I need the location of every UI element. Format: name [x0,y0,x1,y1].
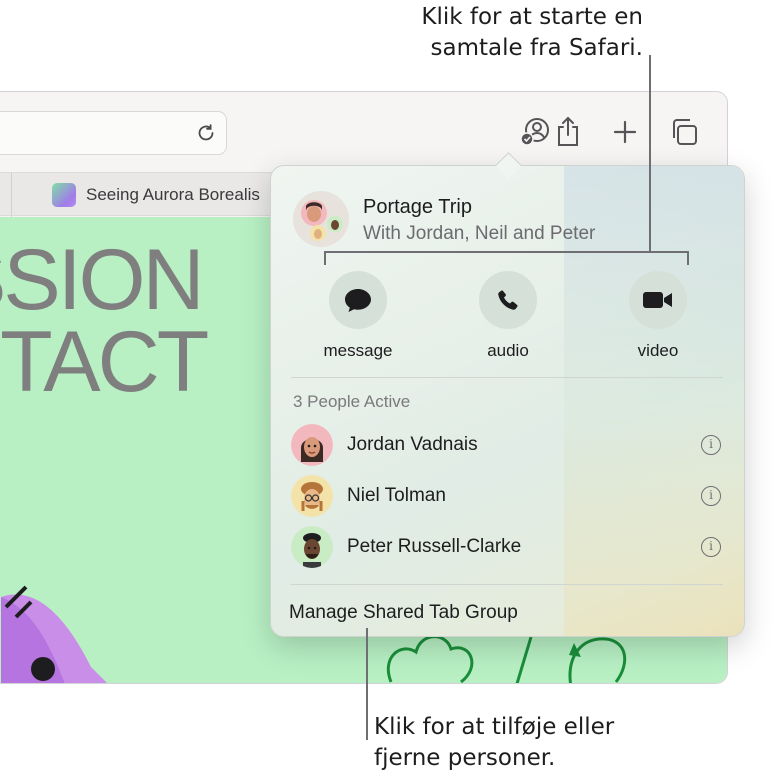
leader-bracket-right [687,251,689,265]
memoji-jordan-icon [291,424,333,466]
callout-start-conversation: Klik for at starte en samtale fra Safari… [421,2,643,64]
tab-seeing-aurora-borealis[interactable]: Seeing Aurora Borealis [11,173,311,217]
manage-shared-tab-group-button[interactable]: Manage Shared Tab Group [289,602,518,624]
avatar [291,526,333,568]
leader-bracket-horizontal [324,251,689,253]
video-button[interactable]: video [618,271,698,361]
person-row[interactable]: Niel Tolman i [291,473,723,519]
leader-line-bottom [366,628,368,740]
person-name: Niel Tolman [347,485,446,506]
callout-top-line-1: Klik for at starte en [421,4,643,30]
phone-icon [498,290,518,310]
message-circle[interactable] [329,271,387,329]
address-bar[interactable] [0,111,227,155]
share-conversation-icon [520,118,549,146]
video-camera-icon [643,292,672,308]
callout-bottom-line-2: fjerne personer. [374,745,556,771]
memoji-peter-icon [291,526,333,568]
video-label: video [637,341,679,360]
callout-add-remove-people: Klik for at tilføje eller fjerne persone… [374,712,614,774]
group-title: Portage Trip [363,196,472,218]
tab-favicon-icon [52,183,76,207]
new-tab-icon [613,120,637,144]
person-row[interactable]: Jordan Vadnais i [291,422,723,468]
person-row[interactable]: Peter Russell-Clarke i [291,524,723,570]
avatar [291,424,333,466]
toolbar [0,92,727,172]
callout-top-line-2: samtale fra Safari. [430,35,643,61]
share-icon [558,116,578,146]
divider-top [291,377,723,378]
tab-title: Seeing Aurora Borealis [86,185,260,204]
hero-text-line-2: NTACT [0,314,209,410]
new-tab-button[interactable] [608,115,642,149]
video-circle[interactable] [629,271,687,329]
info-icon[interactable]: i [701,435,721,455]
audio-button[interactable]: audio [468,271,548,361]
avatar [291,475,333,517]
speech-bubble-icon [345,289,371,312]
leader-bracket-left [324,251,326,265]
leader-line-top-vertical [649,55,651,251]
share-button[interactable] [551,115,585,149]
tab-overview-button[interactable] [667,115,701,149]
audio-circle[interactable] [479,271,537,329]
message-label: message [323,341,393,360]
callout-bottom-line-1: Klik for at tilføje eller [374,714,615,740]
reload-icon[interactable] [194,121,218,145]
info-icon[interactable]: i [701,537,721,557]
conversation-popover: Portage Trip With Jordan, Neil and Peter… [270,165,745,637]
people-active-header: 3 People Active [293,392,411,411]
memoji-niel-icon [291,475,333,517]
divider-bottom [291,584,723,585]
person-name: Peter Russell-Clarke [347,536,522,557]
person-name: Jordan Vadnais [347,434,478,455]
group-subtitle: With Jordan, Neil and Peter [363,223,596,244]
audio-label: audio [487,341,529,360]
decorative-illustration [1,585,107,683]
share-conversation-button[interactable] [518,115,552,149]
tab-overview-icon [673,119,697,145]
message-button[interactable]: message [318,271,398,361]
info-icon[interactable]: i [701,486,721,506]
hero-text-line-1: SSION [0,232,205,328]
group-avatar [293,191,349,247]
group-memoji-icon [301,200,343,241]
